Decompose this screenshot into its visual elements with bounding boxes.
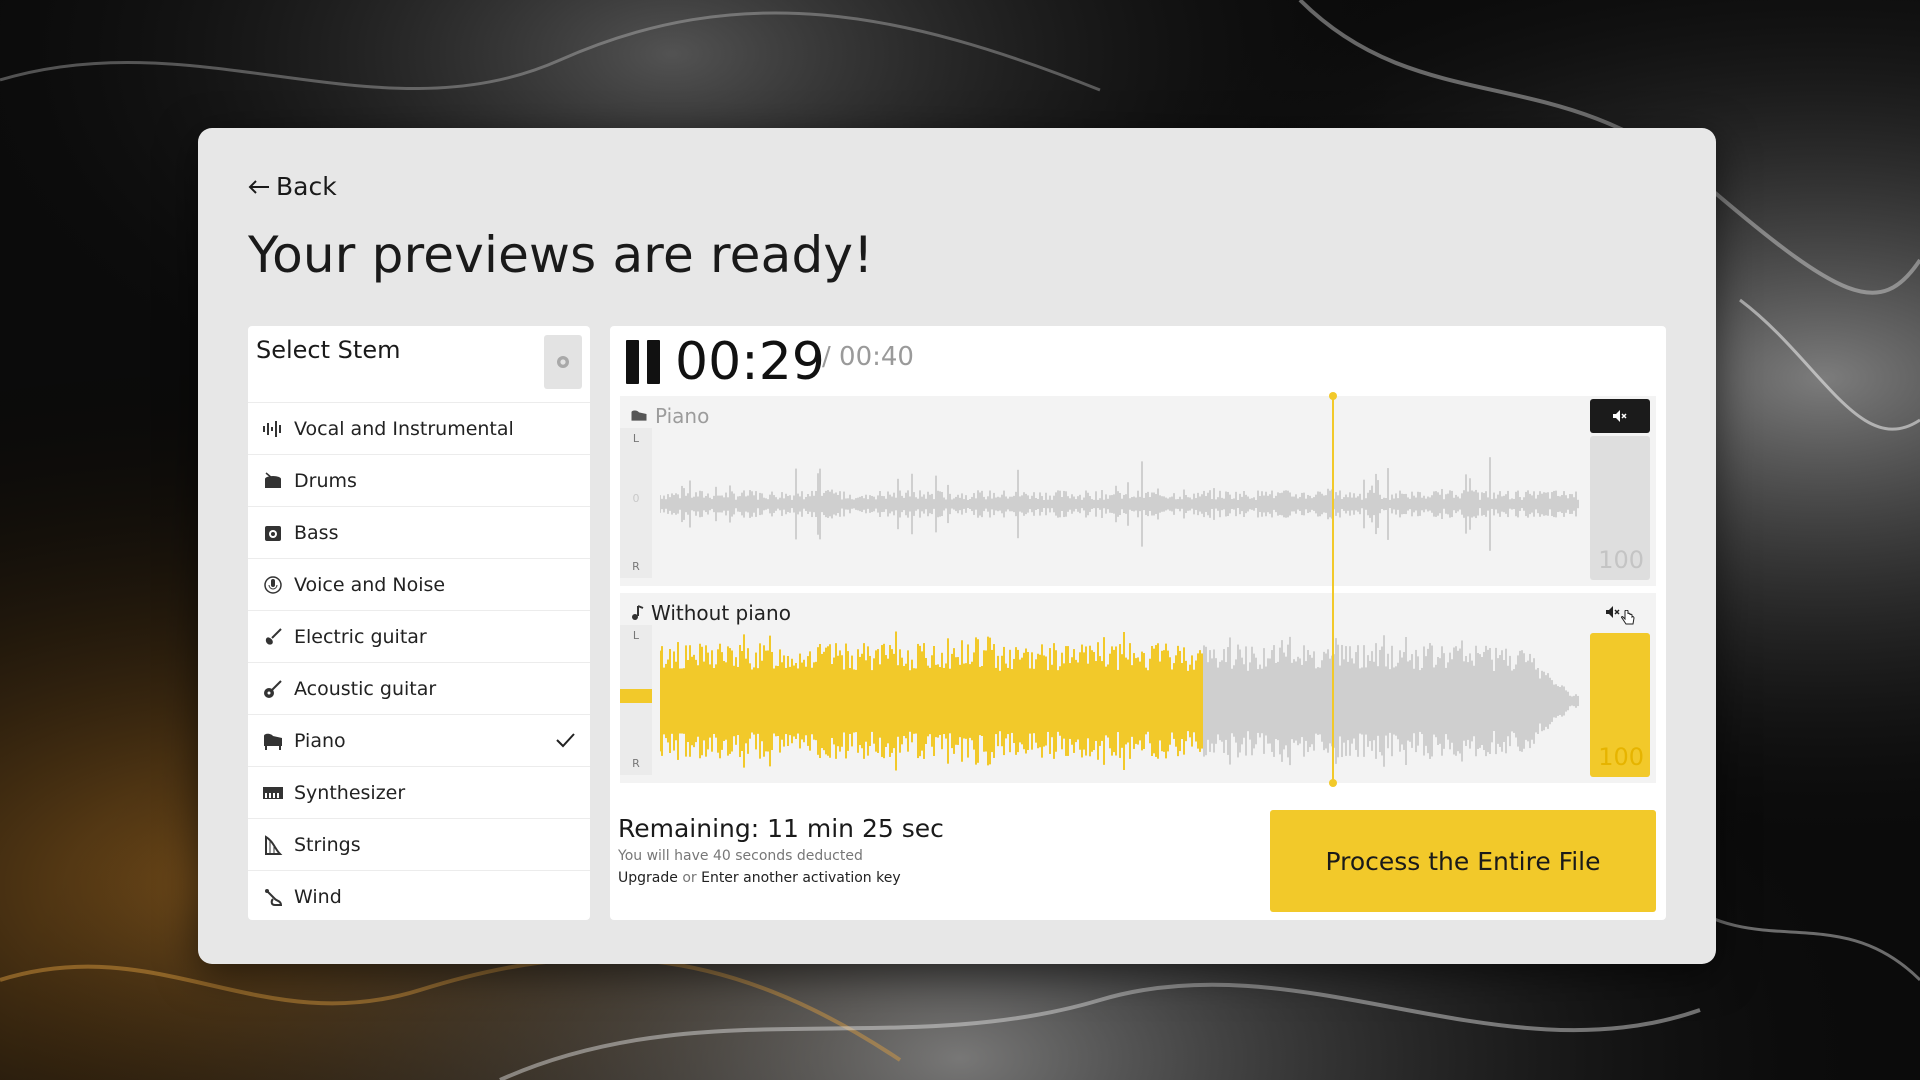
channel-right-label: R <box>632 757 640 770</box>
stem-item-voice-and-noise[interactable]: Voice and Noise <box>248 558 590 610</box>
stem-label: Voice and Noise <box>294 573 446 596</box>
waveform-without-piano[interactable] <box>660 627 1580 775</box>
acoustic-guitar-icon <box>262 678 284 700</box>
stem-label: Synthesizer <box>294 781 406 804</box>
total-time: / 00:40 <box>822 342 914 372</box>
stem-header: Select Stem <box>248 326 590 402</box>
amp-icon <box>262 522 284 544</box>
synth-keyboard-icon <box>262 782 284 804</box>
stem-item-synthesizer[interactable]: Synthesizer <box>248 766 590 818</box>
stem-item-electric-guitar[interactable]: Electric guitar <box>248 610 590 662</box>
check-icon <box>556 733 575 748</box>
mute-button[interactable] <box>1590 399 1650 433</box>
stem-label: Drums <box>294 469 357 492</box>
mute-button[interactable] <box>1590 596 1650 630</box>
wind-instrument-icon <box>262 886 284 908</box>
music-note-icon <box>632 605 644 620</box>
volume-value: 100 <box>1598 546 1644 574</box>
page-title: Your previews are ready! <box>248 226 874 284</box>
piano-icon <box>262 730 284 752</box>
playhead[interactable] <box>1329 392 1337 787</box>
waveform-icon <box>262 418 284 440</box>
track-piano: Piano L 0 R 100 <box>620 396 1656 586</box>
remaining-time: Remaining: 11 min 25 sec <box>618 814 944 843</box>
process-entire-file-button[interactable]: Process the Entire File <box>1270 810 1656 912</box>
or-text: or <box>682 870 697 886</box>
deduction-note: You will have 40 seconds deducted <box>618 848 863 864</box>
pause-bar <box>626 340 639 384</box>
track-without-piano: Without piano L R 100 <box>620 593 1656 783</box>
drum-icon <box>262 470 284 492</box>
activation-key-link[interactable]: Enter another activation key <box>701 870 901 886</box>
stem-settings-button[interactable] <box>544 335 582 389</box>
stem-label: Electric guitar <box>294 625 427 648</box>
channel-meter: L 0 R <box>620 428 652 578</box>
channel-zero-label: 0 <box>632 492 640 505</box>
electric-guitar-icon <box>262 626 284 648</box>
channel-level-highlight <box>620 689 652 703</box>
back-label: Back <box>276 172 337 201</box>
upgrade-line: Upgrade or Enter another activation key <box>618 870 901 886</box>
channel-left-label: L <box>632 629 640 642</box>
stem-item-wind[interactable]: Wind <box>248 870 590 920</box>
microphone-icon <box>262 574 284 596</box>
waveform-piano[interactable] <box>660 430 1580 578</box>
piano-icon <box>631 409 647 421</box>
stem-label: Vocal and Instrumental <box>294 417 514 440</box>
stem-label: Strings <box>294 833 361 856</box>
hand-cursor-icon <box>1621 610 1635 625</box>
volume-slider[interactable]: 100 <box>1590 633 1650 777</box>
volume-value: 100 <box>1598 743 1644 771</box>
track-name-label: Piano <box>655 404 710 428</box>
stem-selector: Select Stem Vocal and Instrumental Drums <box>248 326 590 920</box>
stem-item-acoustic-guitar[interactable]: Acoustic guitar <box>248 662 590 714</box>
track-title: Without piano <box>630 601 791 625</box>
track-title: Piano <box>630 404 709 428</box>
channel-meter: L R <box>620 625 652 775</box>
current-time: 00:29 <box>675 332 825 392</box>
gear-icon <box>557 356 569 368</box>
back-button[interactable]: Back <box>248 172 337 201</box>
player-card: 00:29 / 00:40 Piano L 0 R 100 Without pi… <box>610 326 1666 920</box>
stem-label: Bass <box>294 521 339 544</box>
channel-left-label: L <box>632 432 640 445</box>
arrow-left-icon <box>248 179 269 194</box>
pause-button[interactable] <box>626 340 662 384</box>
stem-label: Wind <box>294 885 342 908</box>
stem-item-vocal-and-instrumental[interactable]: Vocal and Instrumental <box>248 402 590 454</box>
harp-icon <box>262 834 284 856</box>
volume-slider[interactable]: 100 <box>1590 436 1650 580</box>
stem-label: Piano <box>294 729 346 752</box>
preview-panel: Back Your previews are ready! Select Ste… <box>198 128 1716 964</box>
stem-item-piano[interactable]: Piano <box>248 714 590 766</box>
channel-right-label: R <box>632 560 640 573</box>
stem-item-drums[interactable]: Drums <box>248 454 590 506</box>
stem-item-strings[interactable]: Strings <box>248 818 590 870</box>
speaker-muted-icon <box>1613 410 1627 422</box>
stem-item-bass[interactable]: Bass <box>248 506 590 558</box>
stem-heading: Select Stem <box>256 336 401 364</box>
upgrade-link[interactable]: Upgrade <box>618 870 678 886</box>
pause-bar <box>647 340 660 384</box>
track-name-label: Without piano <box>651 601 791 625</box>
stem-label: Acoustic guitar <box>294 677 437 700</box>
